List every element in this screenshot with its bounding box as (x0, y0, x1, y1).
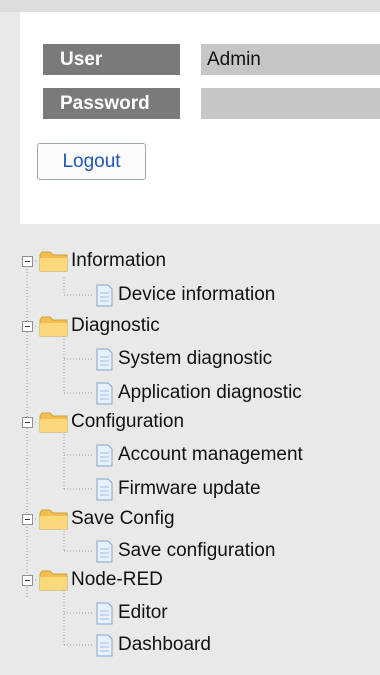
tree-folder-configuration[interactable]: Configuration (38, 407, 184, 437)
top-strip (0, 0, 380, 12)
login-panel: User Admin Password Logout (20, 12, 380, 224)
tree-folder-label: Node-RED (71, 569, 163, 590)
collapse-icon[interactable] (22, 514, 33, 525)
tree-item-device-information[interactable]: Device information (94, 280, 275, 310)
collapse-icon[interactable] (22, 321, 33, 332)
tree-folder-diagnostic[interactable]: Diagnostic (38, 311, 160, 341)
document-icon (96, 382, 113, 404)
password-row: Password (43, 88, 380, 119)
document-icon (96, 478, 113, 500)
tree-item-label: Dashboard (118, 634, 211, 655)
tree-item-label: Application diagnostic (118, 382, 302, 403)
tree-item-label: Device information (118, 284, 276, 305)
tree-folder-save-config[interactable]: Save Config (38, 504, 175, 534)
tree-item-label: System diagnostic (118, 348, 273, 369)
tree-item-firmware-update[interactable]: Firmware update (94, 474, 261, 504)
user-row: User Admin (43, 44, 380, 75)
tree-item-label: Editor (118, 602, 168, 623)
folder-icon (39, 316, 68, 337)
document-icon (96, 540, 113, 562)
document-icon (96, 348, 113, 370)
tree-item-label: Account management (118, 444, 303, 465)
user-value: Admin (201, 44, 380, 75)
tree-item-account-management[interactable]: Account management (94, 440, 303, 470)
folder-icon (39, 509, 68, 530)
tree-folder-information[interactable]: Information (38, 246, 166, 276)
tree-folder-label: Save Config (71, 508, 175, 529)
tree-item-editor[interactable]: Editor (94, 598, 168, 628)
collapse-icon[interactable] (22, 417, 33, 428)
folder-icon (39, 251, 68, 272)
tree-item-application-diagnostic[interactable]: Application diagnostic (94, 378, 302, 408)
tree-folder-label: Information (71, 250, 167, 271)
tree-folder-node-red[interactable]: Node-RED (38, 565, 163, 595)
logout-button[interactable]: Logout (37, 143, 146, 180)
folder-icon (39, 570, 68, 591)
folder-icon (39, 412, 68, 433)
tree-item-dashboard[interactable]: Dashboard (94, 630, 211, 660)
navigation-tree: Information Device information Diagnosti… (8, 235, 380, 675)
password-label: Password (43, 88, 180, 119)
document-icon (96, 634, 113, 656)
user-label: User (43, 44, 180, 75)
document-icon (96, 602, 113, 624)
tree-folder-label: Configuration (71, 411, 185, 432)
password-field[interactable] (201, 88, 380, 119)
tree-item-label: Save configuration (118, 540, 276, 561)
document-icon (96, 444, 113, 466)
collapse-icon[interactable] (22, 575, 33, 586)
tree-item-label: Firmware update (118, 478, 261, 499)
tree-item-system-diagnostic[interactable]: System diagnostic (94, 344, 272, 374)
tree-item-save-configuration[interactable]: Save configuration (94, 536, 275, 566)
collapse-icon[interactable] (22, 256, 33, 267)
tree-folder-label: Diagnostic (71, 315, 160, 336)
document-icon (96, 284, 113, 306)
